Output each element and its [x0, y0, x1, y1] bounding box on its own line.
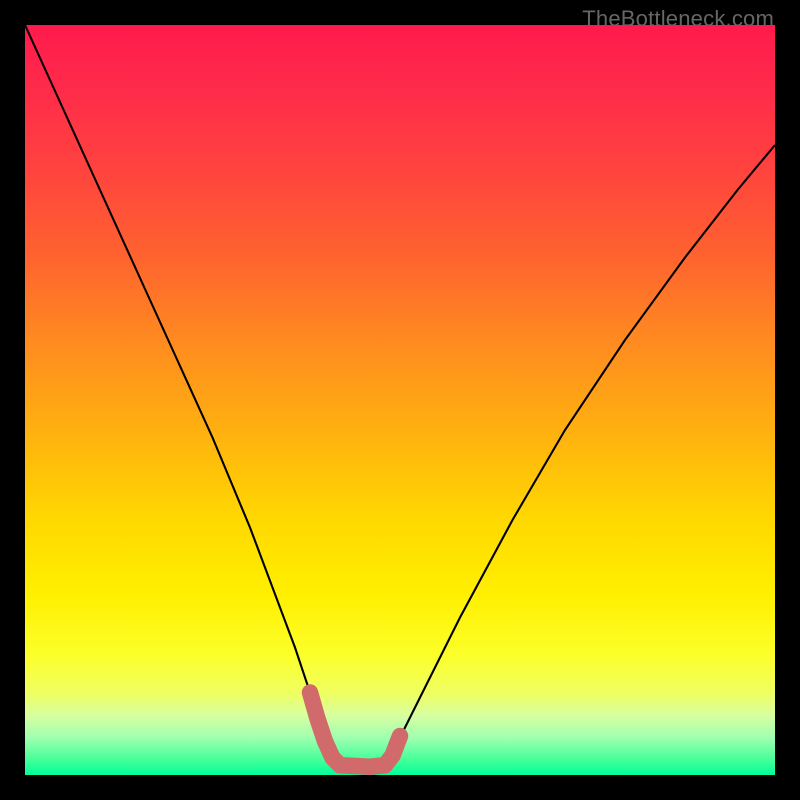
plot-area [25, 25, 775, 775]
watermark-text: TheBottleneck.com [582, 6, 774, 32]
curve-overlay [25, 25, 775, 775]
bottleneck-zone [310, 693, 400, 767]
chart-frame: TheBottleneck.com [0, 0, 800, 800]
bottleneck-curve [25, 25, 775, 768]
